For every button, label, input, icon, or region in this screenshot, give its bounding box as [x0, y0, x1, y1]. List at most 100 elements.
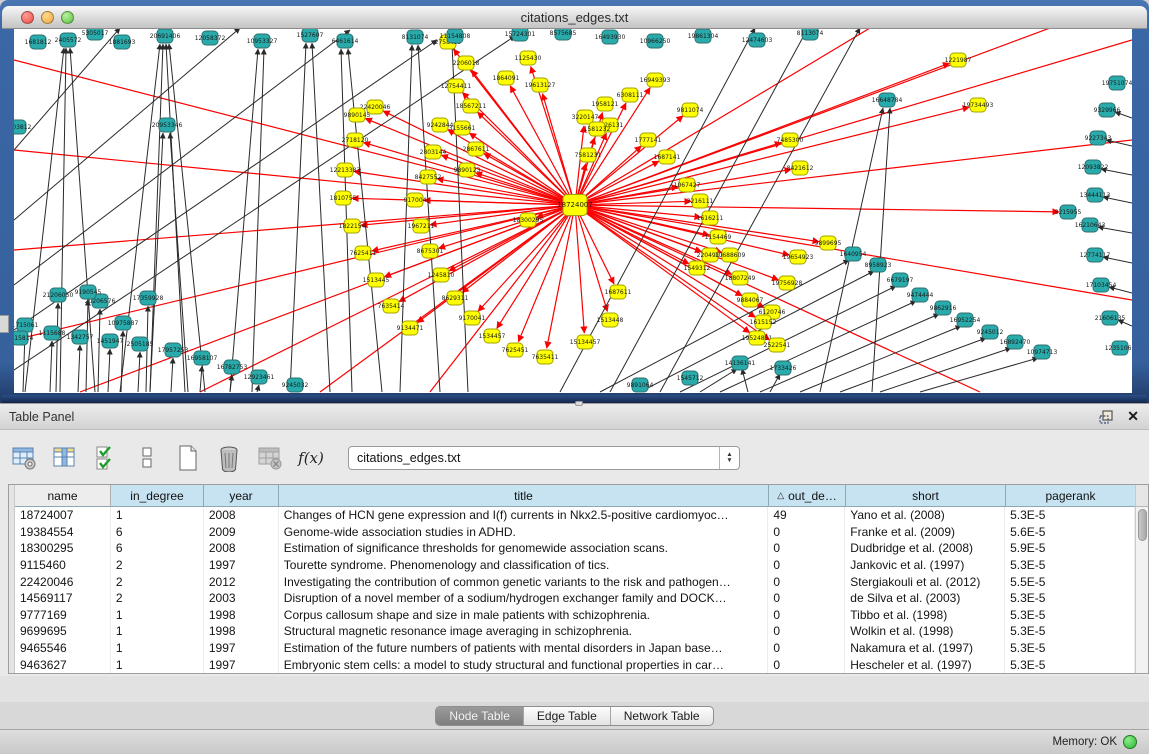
table-cell[interactable]: 22420046: [15, 573, 111, 590]
table-cell[interactable]: 2008: [204, 540, 279, 557]
table-row[interactable]: 911546021997Tourette syndrome. Phenomeno…: [15, 557, 1135, 574]
graph-node[interactable]: 7485300: [777, 133, 804, 147]
table-cell[interactable]: Estimation of the future numbers of pati…: [279, 640, 769, 657]
graph-node[interactable]: 1603812: [14, 120, 32, 134]
graph-node[interactable]: 21606135: [1095, 311, 1126, 325]
table-cell[interactable]: 2008: [204, 507, 279, 524]
network-table-combobox[interactable]: citations_edges.txt ▲▼: [348, 446, 740, 470]
graph-edge[interactable]: [920, 358, 1038, 392]
graph-node[interactable]: 17957253: [158, 343, 189, 357]
table-cell[interactable]: 9115460: [15, 557, 111, 574]
panel-resize-grip[interactable]: [575, 401, 583, 406]
graph-node[interactable]: 16648784: [872, 93, 903, 107]
table-row[interactable]: 977716911998Corpus callosum shape and si…: [15, 607, 1135, 624]
graph-edge[interactable]: [171, 358, 173, 392]
graph-node[interactable]: 7625451: [502, 343, 529, 357]
graph-node[interactable]: 6308111: [617, 88, 644, 102]
graph-node[interactable]: 16782753: [217, 360, 248, 374]
column-header-name[interactable]: name: [15, 485, 111, 507]
graph-node[interactable]: 1777141: [635, 133, 662, 147]
vertical-scrollbar[interactable]: [1135, 507, 1148, 673]
graph-node[interactable]: 9899695: [815, 236, 842, 250]
graph-node[interactable]: 1125430: [515, 51, 542, 65]
graph-node[interactable]: 2803144: [420, 145, 447, 159]
graph-node[interactable]: 12213383: [330, 163, 361, 177]
column-header-in_degree[interactable]: in_degree: [111, 485, 204, 507]
graph-node[interactable]: 12058372: [195, 31, 226, 45]
graph-node[interactable]: 1681812: [25, 35, 52, 49]
graph-node[interactable]: 9245012: [977, 325, 1004, 339]
show-columns-icon[interactable]: [51, 444, 79, 472]
network-canvas[interactable]: 1872400718300295275843922060181275441118…: [14, 29, 1132, 393]
table-cell[interactable]: 1: [111, 640, 204, 657]
graph-node[interactable]: 16958107: [187, 351, 218, 365]
delete-column-icon[interactable]: [215, 444, 243, 472]
table-cell[interactable]: Tourette syndrome. Phenomenology and cla…: [279, 557, 769, 574]
graph-edge[interactable]: [60, 48, 66, 392]
network-graph[interactable]: 1872400718300295275843922060181275441118…: [14, 29, 1132, 393]
graph-node[interactable]: 917004: [404, 193, 427, 207]
table-cell[interactable]: 0: [768, 524, 845, 541]
table-cell[interactable]: 0: [768, 540, 845, 557]
graph-node[interactable]: 12774117: [1080, 248, 1111, 262]
graph-node[interactable]: 12093822: [1078, 160, 1109, 174]
column-header-year[interactable]: year: [204, 485, 279, 507]
table-cell[interactable]: 5.3E-5: [1005, 607, 1135, 624]
table-cell[interactable]: 0: [768, 557, 845, 574]
scrollbar-thumb[interactable]: [1138, 509, 1147, 541]
graph-node[interactable]: 18567211: [456, 99, 487, 113]
graph-node[interactable]: 9862916: [930, 301, 957, 315]
graph-node[interactable]: 8113074: [797, 29, 824, 40]
graph-edge[interactable]: [760, 314, 939, 392]
table-cell[interactable]: Jankovic et al. (1997): [845, 557, 1005, 574]
delete-table-icon[interactable]: [256, 444, 284, 472]
table-cell[interactable]: 1998: [204, 623, 279, 640]
table-cell[interactable]: Dudbridge et al. (2008): [845, 540, 1005, 557]
graph-node[interactable]: 10966250: [640, 34, 671, 48]
graph-node[interactable]: 1958121: [592, 97, 619, 111]
table-cell[interactable]: 1997: [204, 557, 279, 574]
table-cell[interactable]: 18724007: [15, 507, 111, 524]
table-cell[interactable]: 19384554: [15, 524, 111, 541]
new-column-icon[interactable]: [174, 444, 202, 472]
graph-node[interactable]: 9170041: [459, 311, 486, 325]
graph-node[interactable]: 1822154: [339, 219, 366, 233]
table-cell[interactable]: 0: [768, 607, 845, 624]
graph-node[interactable]: 9474444: [907, 288, 934, 302]
table-cell[interactable]: Franke et al. (2009): [845, 524, 1005, 541]
graph-node[interactable]: 10975887: [108, 316, 139, 330]
table-cell[interactable]: 1: [111, 623, 204, 640]
tab-edge-table[interactable]: Edge Table: [524, 707, 611, 725]
table-cell[interactable]: 1: [111, 656, 204, 673]
table-cell[interactable]: Estimation of significance thresholds fo…: [279, 540, 769, 557]
graph-node[interactable]: 1221987: [945, 53, 972, 67]
table-cell[interactable]: 5.3E-5: [1005, 507, 1135, 524]
graph-node[interactable]: 1451947: [97, 334, 124, 348]
graph-node[interactable]: 13444113: [1080, 188, 1111, 202]
float-panel-icon[interactable]: [1099, 409, 1115, 425]
graph-node[interactable]: 2505185: [127, 337, 154, 351]
table-cell[interactable]: de Silva et al. (2003): [845, 590, 1005, 607]
graph-edge[interactable]: [290, 43, 306, 392]
table-mode-icon[interactable]: [10, 444, 38, 472]
column-header-title[interactable]: title: [279, 485, 769, 507]
table-cell[interactable]: 9465546: [15, 640, 111, 657]
table-cell[interactable]: 9699695: [15, 623, 111, 640]
table-row[interactable]: 1456911722003Disruption of a novel membe…: [15, 590, 1135, 607]
table-cell[interactable]: 0: [768, 640, 845, 657]
graph-node[interactable]: 9891064: [627, 378, 654, 392]
table-cell[interactable]: Embryonic stem cells: a model to study s…: [279, 656, 769, 673]
graph-node[interactable]: 6461614: [332, 34, 359, 48]
table-panel-titlebar[interactable]: Table Panel ✕: [0, 404, 1149, 430]
table-cell[interactable]: 2: [111, 590, 204, 607]
table-cell[interactable]: Disruption of a novel member of a sodium…: [279, 590, 769, 607]
table-row[interactable]: 946362711997Embryonic stem cells: a mode…: [15, 656, 1135, 673]
table-row[interactable]: 1872400712008Changes of HCN gene express…: [15, 507, 1135, 524]
graph-node[interactable]: 1154469: [705, 230, 732, 244]
graph-node[interactable]: 1810755: [330, 191, 357, 205]
graph-node[interactable]: 12351066: [1105, 341, 1132, 355]
table-cell[interactable]: Structural magnetic resonance image aver…: [279, 623, 769, 640]
graph-node[interactable]: 8427552: [415, 170, 442, 184]
graph-node[interactable]: 1640954: [840, 247, 867, 261]
graph-edge[interactable]: [138, 352, 140, 392]
